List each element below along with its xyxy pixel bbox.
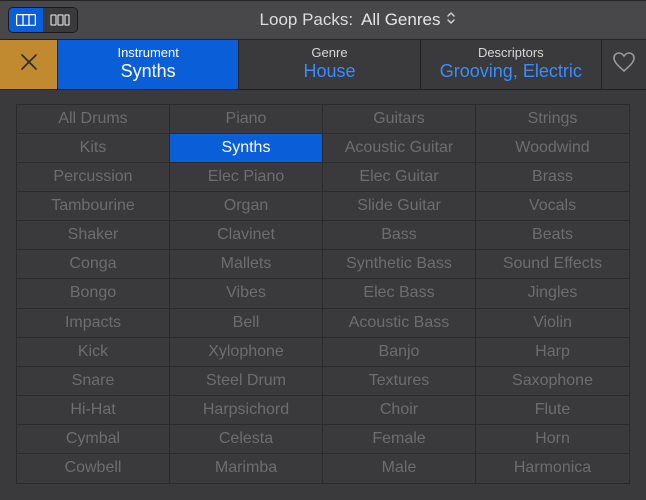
instrument-cell[interactable]: Hi-Hat	[17, 396, 170, 425]
instrument-cell[interactable]: Harmonica	[476, 454, 629, 483]
filter-tab-descriptors[interactable]: Descriptors Grooving, Electric	[421, 40, 602, 89]
loop-packs-selector[interactable]: Loop Packs: All Genres	[260, 10, 457, 30]
instrument-cell[interactable]: Slide Guitar	[323, 192, 476, 221]
instrument-cell[interactable]: Vibes	[170, 279, 323, 308]
instrument-cell[interactable]: Elec Bass	[323, 279, 476, 308]
instrument-cell[interactable]: Elec Piano	[170, 163, 323, 192]
columns-icon	[50, 14, 70, 26]
instrument-cell[interactable]: Snare	[17, 367, 170, 396]
instrument-cell[interactable]: Acoustic Guitar	[323, 134, 476, 163]
filter-category-label: Instrument	[117, 46, 178, 60]
heart-icon	[612, 51, 636, 78]
loop-packs-value: All Genres	[361, 10, 440, 30]
instrument-cell[interactable]: Bongo	[17, 279, 170, 308]
filter-tab-instrument[interactable]: Instrument Synths	[58, 40, 239, 89]
instrument-cell[interactable]: Marimba	[170, 454, 323, 483]
instrument-cell[interactable]: Clavinet	[170, 221, 323, 250]
instrument-cell[interactable]: Mallets	[170, 250, 323, 279]
filter-tab-genre[interactable]: Genre House	[239, 40, 420, 89]
instrument-cell[interactable]: Bell	[170, 309, 323, 338]
instrument-cell[interactable]: Saxophone	[476, 367, 629, 396]
instrument-cell[interactable]: Guitars	[323, 105, 476, 134]
instrument-cell[interactable]: Shaker	[17, 221, 170, 250]
instrument-cell[interactable]: Impacts	[17, 309, 170, 338]
instrument-grid: All DrumsPianoGuitarsStringsKitsSynthsAc…	[16, 104, 630, 484]
instrument-cell[interactable]: Textures	[323, 367, 476, 396]
instrument-cell[interactable]: Bass	[323, 221, 476, 250]
instrument-cell[interactable]: Cowbell	[17, 454, 170, 483]
instrument-cell[interactable]: Kick	[17, 338, 170, 367]
instrument-cell[interactable]: Beats	[476, 221, 629, 250]
instrument-cell[interactable]: Woodwind	[476, 134, 629, 163]
instrument-cell[interactable]: Sound Effects	[476, 250, 629, 279]
view-toggle	[8, 7, 78, 33]
instrument-cell[interactable]: Xylophone	[170, 338, 323, 367]
instrument-cell[interactable]: Percussion	[17, 163, 170, 192]
instrument-cell[interactable]: Tambourine	[17, 192, 170, 221]
grid-icon	[16, 14, 36, 26]
instrument-cell[interactable]: Jingles	[476, 279, 629, 308]
instrument-cell[interactable]: Harpsichord	[170, 396, 323, 425]
top-bar: Loop Packs: All Genres	[0, 0, 646, 40]
instrument-cell[interactable]: Horn	[476, 425, 629, 454]
filter-value-label: Synths	[121, 60, 176, 83]
instrument-cell[interactable]: Organ	[170, 192, 323, 221]
updown-icon	[446, 10, 456, 30]
instrument-cell[interactable]: All Drums	[17, 105, 170, 134]
instrument-cell[interactable]: Flute	[476, 396, 629, 425]
column-view-button[interactable]	[43, 8, 77, 32]
loop-packs-label: Loop Packs:	[260, 10, 354, 30]
instrument-cell[interactable]: Male	[323, 454, 476, 483]
instrument-cell[interactable]: Choir	[323, 396, 476, 425]
instrument-cell[interactable]: Kits	[17, 134, 170, 163]
instrument-cell[interactable]: Violin	[476, 309, 629, 338]
filter-category-label: Descriptors	[478, 46, 544, 60]
instrument-cell[interactable]: Steel Drum	[170, 367, 323, 396]
filter-category-label: Genre	[311, 46, 347, 60]
instrument-cell[interactable]: Piano	[170, 105, 323, 134]
instrument-cell[interactable]: Brass	[476, 163, 629, 192]
instrument-cell[interactable]: Strings	[476, 105, 629, 134]
instrument-cell[interactable]: Female	[323, 425, 476, 454]
instrument-cell[interactable]: Cymbal	[17, 425, 170, 454]
grid-view-button[interactable]	[9, 8, 43, 32]
instrument-cell[interactable]: Celesta	[170, 425, 323, 454]
instrument-cell[interactable]: Conga	[17, 250, 170, 279]
instrument-cell[interactable]: Elec Guitar	[323, 163, 476, 192]
instrument-cell[interactable]: Harp	[476, 338, 629, 367]
instrument-cell[interactable]: Synthetic Bass	[323, 250, 476, 279]
instrument-cell[interactable]: Acoustic Bass	[323, 309, 476, 338]
close-icon	[18, 51, 40, 78]
favorites-button[interactable]	[602, 40, 646, 89]
filter-row: Instrument Synths Genre House Descriptor…	[0, 40, 646, 90]
instrument-cell[interactable]: Vocals	[476, 192, 629, 221]
instrument-cell[interactable]: Banjo	[323, 338, 476, 367]
instrument-cell[interactable]: Synths	[170, 134, 323, 163]
filter-value-label: House	[303, 60, 355, 83]
instrument-grid-wrap: All DrumsPianoGuitarsStringsKitsSynthsAc…	[0, 90, 646, 500]
filter-value-label: Grooving, Electric	[440, 60, 582, 83]
close-filters-button[interactable]	[0, 40, 58, 89]
